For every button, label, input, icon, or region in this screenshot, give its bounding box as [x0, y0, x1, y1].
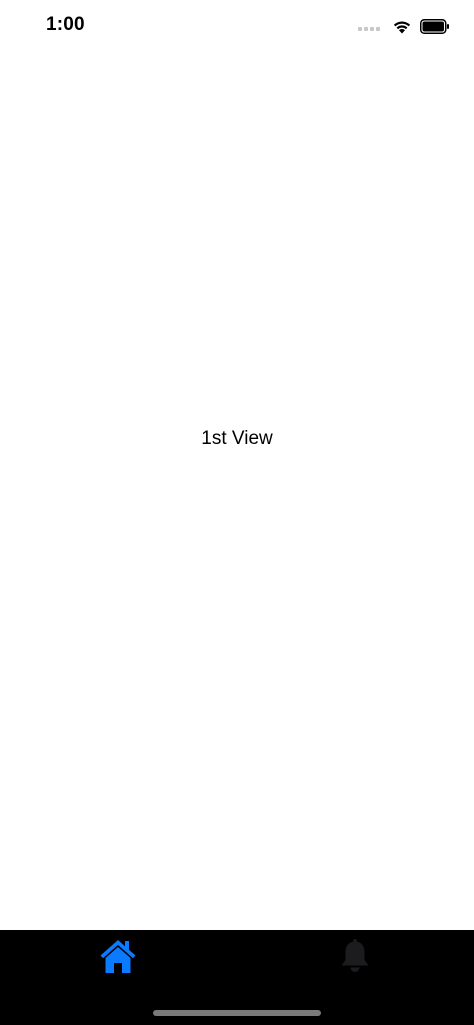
status-time: 1:00	[46, 14, 85, 35]
home-indicator[interactable]	[153, 1010, 321, 1016]
main-content	[0, 52, 474, 930]
app-screen: 1:00 1st View	[0, 0, 474, 1025]
home-icon	[100, 940, 136, 973]
status-bar: 1:00	[0, 0, 474, 52]
cellular-signal-icon	[358, 21, 380, 31]
status-icons	[358, 15, 450, 37]
wifi-icon	[393, 21, 411, 34]
battery-icon	[420, 18, 449, 34]
view-label: 1st View	[201, 428, 273, 449]
tab-home[interactable]	[88, 934, 148, 978]
bell-icon	[341, 939, 369, 972]
tab-notifications[interactable]	[325, 934, 385, 978]
